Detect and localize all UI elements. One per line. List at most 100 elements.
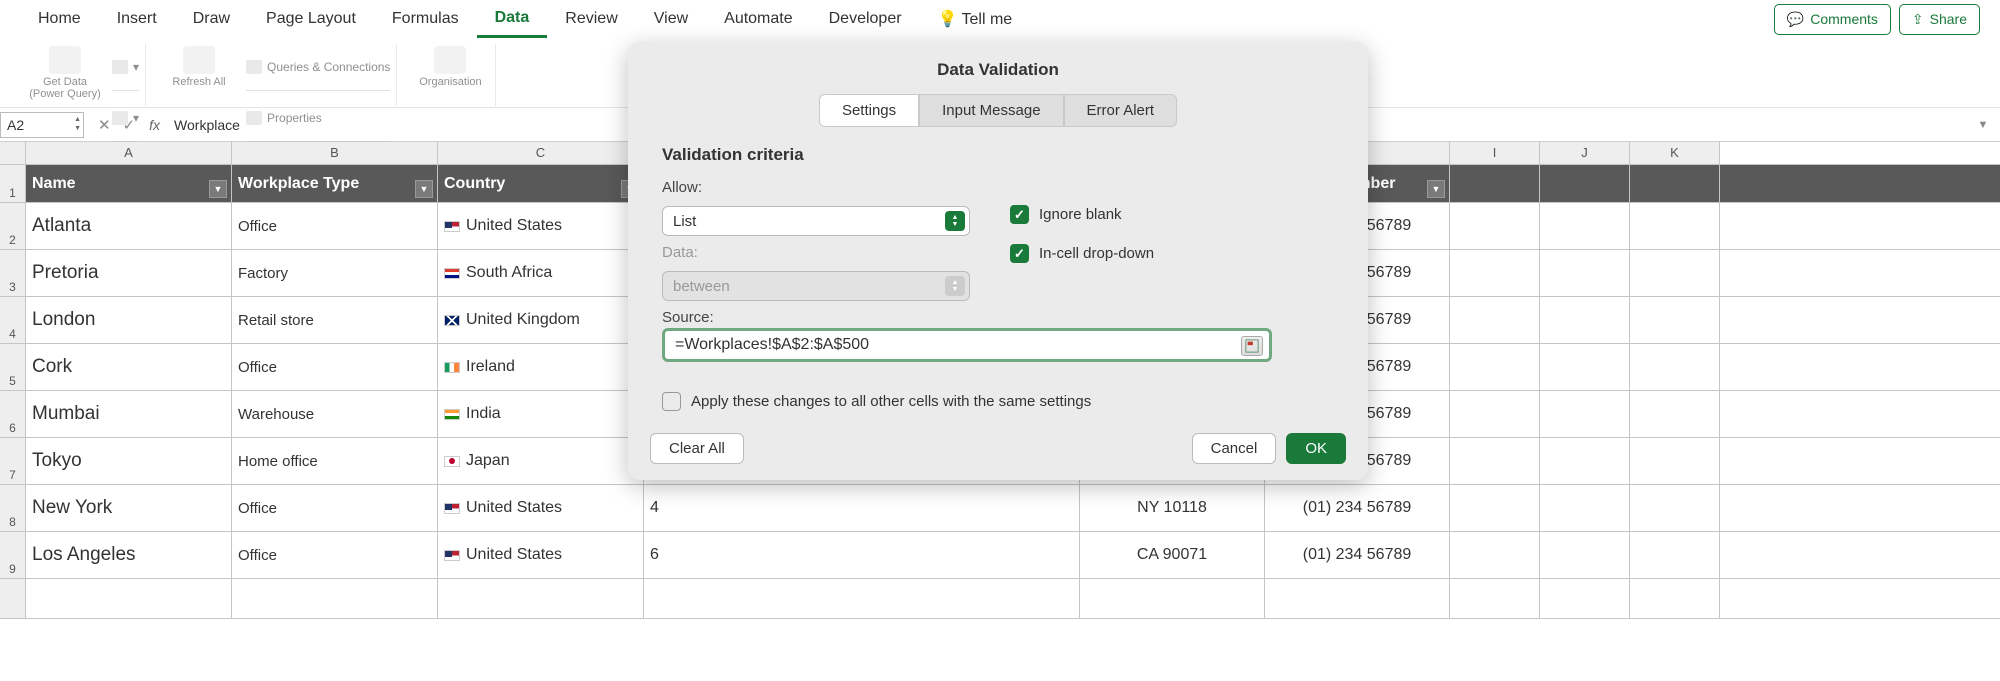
menu-automate[interactable]: Automate (706, 2, 810, 36)
cell-blank[interactable] (1540, 203, 1630, 249)
cell-blank[interactable] (1540, 250, 1630, 296)
menu-developer[interactable]: Developer (811, 2, 920, 36)
name-box-stepper[interactable]: ▲▼ (74, 115, 81, 133)
cell-name[interactable]: Mumbai (26, 391, 232, 437)
cell-blank[interactable] (1630, 203, 1720, 249)
cell-blank[interactable] (1540, 438, 1630, 484)
row-head[interactable]: 5 (0, 344, 26, 390)
cell-blank[interactable] (1450, 203, 1540, 249)
row-head[interactable]: 8 (0, 485, 26, 531)
cell-type[interactable]: Factory (232, 250, 438, 296)
cell-type[interactable]: Office (232, 485, 438, 531)
row-head[interactable]: 3 (0, 250, 26, 296)
fx-label[interactable]: fx (149, 117, 160, 133)
cell-blank[interactable] (1450, 532, 1540, 578)
menu-review[interactable]: Review (547, 2, 635, 36)
cell-blank[interactable] (1265, 579, 1450, 618)
cell-type[interactable]: Retail store (232, 297, 438, 343)
share-button[interactable]: ⇪ Share (1899, 4, 1980, 35)
row-head[interactable]: 9 (0, 532, 26, 578)
menu-page-layout[interactable]: Page Layout (248, 2, 374, 36)
cell-blank[interactable] (1630, 250, 1720, 296)
cell-country[interactable]: United Kingdom (438, 297, 644, 343)
cell-type[interactable]: Warehouse (232, 391, 438, 437)
cell-blank[interactable] (1450, 297, 1540, 343)
tab-input-message[interactable]: Input Message (919, 94, 1063, 127)
cell-contact[interactable]: (01) 234 56789 (1265, 532, 1450, 578)
cell-blank[interactable] (1450, 579, 1540, 618)
name-box[interactable]: A2 ▲▼ (0, 112, 84, 138)
cell-country[interactable]: South Africa (438, 250, 644, 296)
cell-name[interactable]: Pretoria (26, 250, 232, 296)
row-head[interactable]: 4 (0, 297, 26, 343)
cancel-button[interactable]: Cancel (1192, 433, 1277, 464)
cell-country[interactable]: United States (438, 485, 644, 531)
cell-country[interactable]: Japan (438, 438, 644, 484)
cell-contact[interactable]: (01) 234 56789 (1265, 485, 1450, 531)
cell-name[interactable]: Tokyo (26, 438, 232, 484)
ok-button[interactable]: OK (1286, 433, 1346, 464)
cell-blank[interactable] (644, 579, 1080, 618)
incell-dropdown-checkbox[interactable]: ✓ (1010, 244, 1029, 263)
cell-name[interactable]: Cork (26, 344, 232, 390)
col-head-j[interactable]: J (1540, 142, 1630, 164)
header-blank[interactable] (1540, 165, 1630, 202)
col-head-b[interactable]: B (232, 142, 438, 164)
header-name[interactable]: Name▼ (26, 165, 232, 202)
col-head-c[interactable]: C (438, 142, 644, 164)
header-country[interactable]: Country▼ (438, 165, 644, 202)
cell-type[interactable]: Office (232, 532, 438, 578)
cell-blank[interactable] (1080, 579, 1265, 618)
cell-name[interactable]: New York (26, 485, 232, 531)
tab-error-alert[interactable]: Error Alert (1064, 94, 1178, 127)
cell-blank[interactable] (1630, 579, 1720, 618)
cell-s[interactable]: 4 (644, 485, 1080, 531)
menu-insert[interactable]: Insert (99, 2, 175, 36)
cell-s[interactable]: 6 (644, 532, 1080, 578)
cell-blank[interactable] (1630, 438, 1720, 484)
row-head[interactable]: 6 (0, 391, 26, 437)
col-head-k[interactable]: K (1630, 142, 1720, 164)
cell-country[interactable]: United States (438, 203, 644, 249)
cell-blank[interactable] (1450, 438, 1540, 484)
get-data-button[interactable]: Get Data (Power Query) (26, 44, 104, 100)
filter-icon[interactable]: ▼ (209, 180, 227, 198)
queries-button[interactable]: Queries & Connections (246, 44, 390, 91)
col-head-i[interactable]: I (1450, 142, 1540, 164)
row-head-1[interactable]: 1 (0, 165, 26, 202)
row-head[interactable]: 7 (0, 438, 26, 484)
apply-all-checkbox[interactable] (662, 392, 681, 411)
cell-blank[interactable] (26, 579, 232, 618)
expand-formula-icon[interactable]: ▼ (1972, 119, 1994, 131)
cell-name[interactable]: London (26, 297, 232, 343)
cell-blank[interactable] (1540, 485, 1630, 531)
cell-blank[interactable] (1450, 250, 1540, 296)
menu-home[interactable]: Home (20, 2, 99, 36)
filter-icon[interactable]: ▼ (415, 180, 433, 198)
cell-blank[interactable] (1540, 391, 1630, 437)
comments-button[interactable]: 💬 Comments (1774, 4, 1891, 35)
row-head[interactable]: 2 (0, 203, 26, 249)
cell-blank[interactable] (438, 579, 644, 618)
cell-blank[interactable] (1630, 391, 1720, 437)
row-head[interactable] (0, 579, 26, 618)
cell-blank[interactable] (1540, 297, 1630, 343)
cell-type[interactable]: Office (232, 203, 438, 249)
cell-blank[interactable] (1540, 344, 1630, 390)
col-head-a[interactable]: A (26, 142, 232, 164)
clear-all-button[interactable]: Clear All (650, 433, 744, 464)
ignore-blank-checkbox[interactable]: ✓ (1010, 205, 1029, 224)
cell-type[interactable]: Office (232, 344, 438, 390)
range-picker-button[interactable] (1241, 336, 1263, 356)
refresh-button[interactable]: Refresh All (160, 44, 238, 88)
filter-icon[interactable]: ▼ (1427, 180, 1445, 198)
cell-country[interactable]: Ireland (438, 344, 644, 390)
cell-blank[interactable] (1630, 532, 1720, 578)
cancel-formula-icon[interactable]: ✕ (98, 116, 111, 134)
cell-blank[interactable] (1450, 391, 1540, 437)
cell-country[interactable]: India (438, 391, 644, 437)
cell-type[interactable]: Home office (232, 438, 438, 484)
cell-blank[interactable] (1450, 344, 1540, 390)
menu-view[interactable]: View (636, 2, 706, 36)
menu-tellme[interactable]: 💡Tell me (920, 1, 1031, 37)
